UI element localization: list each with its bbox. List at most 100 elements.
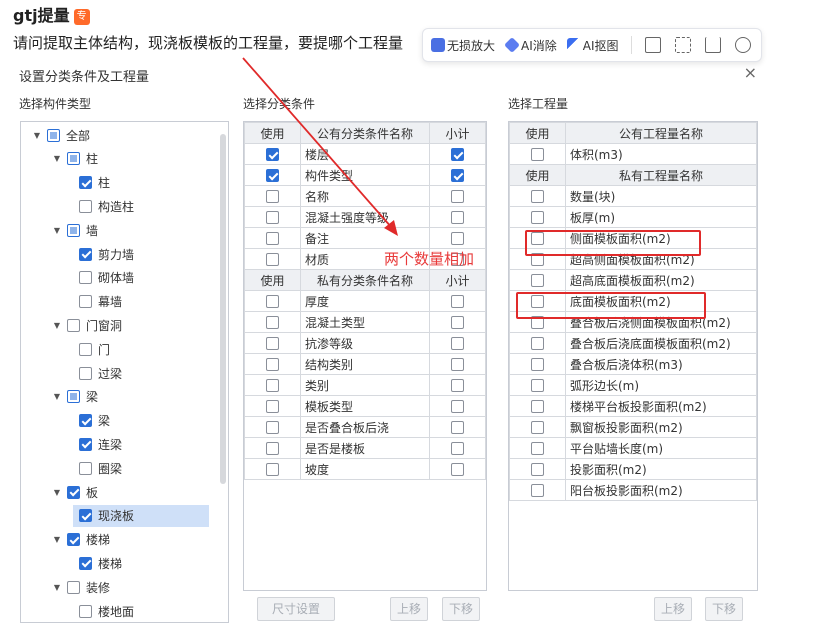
condition-move-down-button[interactable]: 下移 [442, 597, 480, 621]
tree-item[interactable]: ▼ 梁 [51, 386, 98, 408]
use-checkbox[interactable] [266, 232, 279, 245]
use-checkbox[interactable] [266, 148, 279, 161]
tree-checkbox[interactable] [79, 604, 92, 618]
chevron-down-icon[interactable]: ▼ [51, 226, 63, 235]
tree-item[interactable]: 连梁 [79, 433, 122, 455]
tree-checkbox[interactable] [79, 247, 92, 261]
subtotal-checkbox[interactable] [451, 358, 464, 371]
table-row[interactable]: 备注 [244, 227, 486, 249]
tree-item[interactable]: 砌体墙 [79, 267, 134, 289]
tree-item[interactable]: 剪力墙 [79, 243, 134, 265]
use-checkbox[interactable] [266, 400, 279, 413]
tree-checkbox[interactable] [79, 437, 92, 451]
table-row[interactable]: 弧形边长(m) [509, 374, 757, 396]
table-row[interactable]: 抗渗等级 [244, 332, 486, 354]
table-row[interactable]: 是否叠合板后浇 [244, 416, 486, 438]
tree-item[interactable]: 现浇板 [73, 504, 209, 527]
subtotal-checkbox[interactable] [451, 148, 464, 161]
use-checkbox[interactable] [266, 358, 279, 371]
table-row[interactable]: 叠合板后浇体积(m3) [509, 353, 757, 375]
use-checkbox[interactable] [266, 295, 279, 308]
tree-checkbox[interactable] [79, 176, 92, 190]
tree-checkbox[interactable] [79, 414, 92, 428]
use-checkbox[interactable] [531, 211, 544, 224]
ai-erase-button[interactable]: AI消除 [504, 37, 557, 54]
table-row[interactable]: 是否是楼板 [244, 437, 486, 459]
use-checkbox[interactable] [266, 379, 279, 392]
tree-item[interactable]: 幕墙 [79, 291, 122, 313]
tree-item[interactable]: 梁 [79, 410, 110, 432]
tree-item[interactable]: ▼ 全部 [31, 124, 90, 146]
tree-scrollbar[interactable] [220, 134, 226, 484]
use-checkbox[interactable] [531, 484, 544, 497]
tree-item[interactable]: 楼梯 [79, 552, 122, 574]
subtotal-checkbox[interactable] [451, 316, 464, 329]
subtotal-checkbox[interactable] [451, 190, 464, 203]
tree-checkbox[interactable] [79, 199, 92, 213]
edit-icon[interactable] [644, 37, 661, 53]
use-checkbox[interactable] [266, 337, 279, 350]
use-checkbox[interactable] [531, 421, 544, 434]
use-checkbox[interactable] [266, 211, 279, 224]
subtotal-checkbox[interactable] [451, 232, 464, 245]
chevron-down-icon[interactable]: ▼ [51, 392, 63, 401]
tree-item[interactable]: 柱 [79, 172, 110, 194]
use-checkbox[interactable] [531, 379, 544, 392]
table-row[interactable]: 楼层 [244, 143, 486, 165]
chevron-down-icon[interactable]: ▼ [51, 488, 63, 497]
tree-checkbox[interactable] [67, 318, 80, 332]
subtotal-checkbox[interactable] [451, 421, 464, 434]
tree-checkbox[interactable] [79, 509, 92, 523]
tree-checkbox[interactable] [67, 580, 80, 594]
tree-item[interactable]: ▼ 门窗洞 [51, 314, 122, 336]
use-checkbox[interactable] [531, 358, 544, 371]
tree-checkbox[interactable] [79, 295, 92, 309]
quantity-move-up-button[interactable]: 上移 [654, 597, 692, 621]
tree-item[interactable]: ▼ 楼梯 [51, 529, 110, 551]
table-row[interactable]: 楼梯平台板投影面积(m2) [509, 395, 757, 417]
chevron-down-icon[interactable]: ▼ [51, 154, 63, 163]
use-checkbox[interactable] [266, 253, 279, 266]
table-row[interactable]: 阳台板投影面积(m2) [509, 479, 757, 501]
chevron-down-icon[interactable]: ▼ [51, 321, 63, 330]
tree-item[interactable]: 楼地面 [79, 600, 134, 622]
use-checkbox[interactable] [531, 442, 544, 455]
component-tree[interactable]: ▼ 全部 ▼ 柱柱构造柱 ▼ 墙剪力墙 砌体墙 幕墙 ▼ 门窗洞门过梁 ▼ 梁梁连梁 圈梁 ▼ 板现浇板 ▼ 楼… [20, 121, 229, 623]
use-checkbox[interactable] [531, 274, 544, 287]
use-checkbox[interactable] [531, 400, 544, 413]
subtotal-checkbox[interactable] [451, 442, 464, 455]
use-checkbox[interactable] [266, 442, 279, 455]
table-row[interactable]: 数量(块) [509, 185, 757, 207]
table-row[interactable]: 投影面积(m2) [509, 458, 757, 480]
tree-checkbox[interactable] [67, 533, 80, 547]
table-row[interactable]: 结构类别 [244, 353, 486, 375]
tree-item[interactable]: 过梁 [79, 362, 122, 384]
table-row[interactable]: 飘窗板投影面积(m2) [509, 416, 757, 438]
tree-checkbox[interactable] [67, 152, 80, 166]
subtotal-checkbox[interactable] [451, 211, 464, 224]
tree-item[interactable]: 构造柱 [79, 195, 134, 217]
tree-checkbox[interactable] [47, 128, 60, 142]
use-checkbox[interactable] [266, 463, 279, 476]
subtotal-checkbox[interactable] [451, 463, 464, 476]
close-icon[interactable]: × [744, 63, 757, 82]
subtotal-checkbox[interactable] [451, 379, 464, 392]
table-row[interactable]: 类别 [244, 374, 486, 396]
table-row[interactable]: 厚度 [244, 290, 486, 312]
settings-icon[interactable] [734, 37, 751, 53]
table-row[interactable]: 坡度 [244, 458, 486, 480]
size-setting-button[interactable]: 尺寸设置 [257, 597, 335, 621]
chevron-down-icon[interactable]: ▼ [51, 535, 63, 544]
table-row[interactable]: 平台贴墙长度(m) [509, 437, 757, 459]
tree-checkbox[interactable] [79, 342, 92, 356]
chevron-down-icon[interactable]: ▼ [31, 131, 43, 140]
ai-cutout-button[interactable]: AI抠图 [566, 37, 619, 54]
use-checkbox[interactable] [266, 169, 279, 182]
subtotal-checkbox[interactable] [451, 400, 464, 413]
table-row[interactable]: 叠合板后浇底面模板面积(m2) [509, 332, 757, 354]
use-checkbox[interactable] [531, 337, 544, 350]
tree-checkbox[interactable] [67, 485, 80, 499]
table-row[interactable]: 超高底面模板面积(m2) [509, 269, 757, 291]
tree-item[interactable]: 圈梁 [79, 457, 122, 479]
tree-checkbox[interactable] [79, 461, 92, 475]
